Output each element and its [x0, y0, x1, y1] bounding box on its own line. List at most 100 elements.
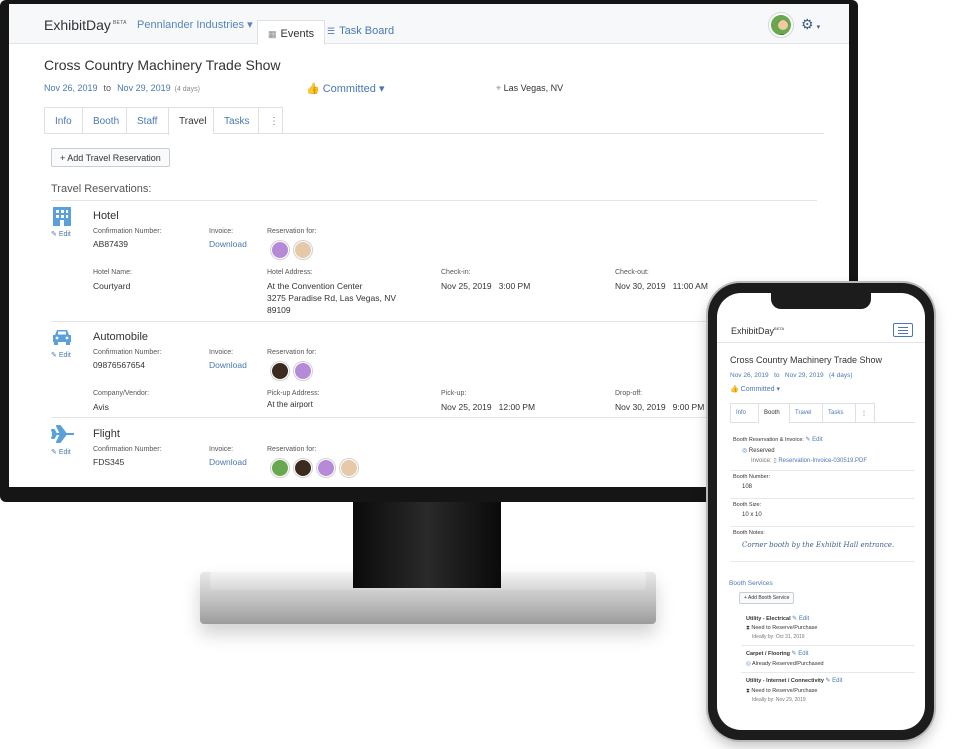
person-avatar[interactable]	[294, 459, 312, 477]
person-avatar[interactable]	[271, 362, 289, 380]
hotel-icon	[51, 206, 73, 232]
service-name: Utility - Electrical ✎ Edit	[746, 616, 810, 622]
list-icon: ☰	[327, 26, 336, 36]
hotel-name-label: Hotel Name:	[93, 269, 132, 276]
mobile-event-dates[interactable]: Nov 26, 2019 to Nov 29, 2019 (4 days)	[730, 372, 853, 379]
service-edit-link[interactable]: ✎ Edit	[825, 678, 842, 684]
event-tabs: Info Booth Staff Travel Tasks ⋮	[44, 107, 824, 135]
tab-booth[interactable]: Booth	[82, 107, 126, 134]
auto-confirmation-value: 09876567654	[93, 360, 146, 370]
auto-reservation-for-label: Reservation for:	[267, 349, 317, 356]
mobile-tab-info[interactable]: Info	[730, 403, 758, 423]
person-avatar[interactable]	[294, 362, 312, 380]
user-avatar[interactable]	[769, 13, 793, 37]
hotel-invoice-download-link[interactable]: Download	[209, 239, 247, 249]
auto-confirmation-label: Confirmation Number:	[93, 349, 162, 356]
automobile-edit-link[interactable]: ✎ Edit	[51, 351, 71, 359]
mobile-tab-tasks[interactable]: Tasks	[822, 403, 855, 423]
person-avatar[interactable]	[317, 459, 335, 477]
booth-reservation-label: Booth Reservation & Invoice: ✎ Edit	[733, 437, 823, 443]
hotel-confirmation-value: AB87439	[93, 239, 128, 249]
booth-notes-label: Booth Notes:	[733, 530, 765, 536]
service-name: Utility - Internet / Connectivity ✎ Edit	[746, 678, 843, 684]
pickup-address-value: At the airport	[267, 400, 313, 409]
tab-staff[interactable]: Staff	[126, 107, 168, 134]
dropoff-label: Drop-off:	[615, 390, 643, 397]
add-travel-reservation-button[interactable]: + Add Travel Reservation	[51, 148, 170, 167]
hourglass-icon: ⧗	[746, 625, 750, 631]
reserved-status: ◎ Reserved	[742, 448, 775, 454]
divider	[741, 645, 915, 646]
mobile-status-dropdown[interactable]: 👍 Committed ▾	[730, 385, 780, 393]
phone-frame: ExhibitDayBETA Cross Country Machinery T…	[708, 283, 934, 740]
flight-invoice-download-link[interactable]: Download	[209, 457, 247, 467]
nav-taskboard-tab[interactable]: ☰ Task Board	[317, 18, 404, 44]
app-logo[interactable]: ExhibitDay BETA	[44, 17, 127, 33]
mobile-tab-more[interactable]: ⋮	[855, 403, 875, 423]
pickup-address-label: Pick-up Address:	[267, 390, 320, 397]
nav-events-tab[interactable]: ▦ Events	[257, 20, 326, 45]
pickup-label: Pick-up:	[441, 390, 467, 397]
checkin-value: Nov 25, 2019 3:00 PM	[441, 281, 531, 291]
mobile-header: ExhibitDayBETA	[717, 315, 925, 343]
hotel-address-line1: At the Convention Center	[267, 281, 363, 291]
tab-travel[interactable]: Travel	[168, 107, 213, 135]
add-booth-service-button[interactable]: + Add Booth Service	[739, 592, 795, 604]
hotel-invoice-label: Invoice:	[209, 228, 234, 235]
service-deadline: Ideally by: Oct 31, 2019	[752, 634, 805, 640]
mobile-tabs: Info Booth Travel Tasks ⋮	[730, 403, 915, 423]
divider	[730, 470, 915, 471]
hotel-title: Hotel	[93, 210, 119, 222]
flight-invoice-label: Invoice:	[209, 446, 234, 453]
hotel-name-value: Courtyard	[93, 281, 131, 291]
dropoff-value: Nov 30, 2019 9:00 PM	[615, 402, 705, 412]
hourglass-icon: ⧗	[746, 688, 750, 694]
flight-edit-link[interactable]: ✎ Edit	[51, 448, 71, 456]
status-dropdown[interactable]: 👍 Committed ▾	[306, 82, 384, 95]
tab-info[interactable]: Info	[44, 107, 82, 134]
airplane-icon	[51, 424, 75, 450]
event-dates[interactable]: Nov 26, 2019 to Nov 29, 2019 (4 days)	[44, 83, 200, 93]
booth-size-label: Booth Size:	[733, 502, 762, 508]
calendar-icon: ▦	[268, 29, 277, 39]
mobile-tab-booth[interactable]: Booth	[758, 403, 789, 423]
automobile-title: Automobile	[93, 331, 149, 343]
checkout-label: Check-out:	[615, 269, 649, 276]
service-edit-link[interactable]: ✎ Edit	[792, 651, 809, 657]
tab-tasks[interactable]: Tasks	[213, 107, 258, 134]
hotel-edit-link[interactable]: ✎ Edit	[51, 230, 71, 238]
product-showcase: ExhibitDay BETA Pennlander Industries ▾ ▦…	[0, 0, 960, 749]
hotel-address-line2: 3275 Paradise Rd, Las Vegas, NV	[267, 293, 396, 303]
invoice-file-link[interactable]: Reservation-Invoice-030519.PDF	[778, 458, 867, 464]
invoice-row: Invoice: ▯ Reservation-Invoice-030519.PD…	[751, 458, 868, 464]
car-icon	[51, 328, 73, 352]
settings-gear-icon[interactable]: ⚙ ▾	[801, 16, 820, 33]
tab-more[interactable]: ⋮	[258, 107, 283, 134]
hamburger-menu-icon[interactable]	[893, 323, 913, 337]
check-circle-icon: ◎	[746, 661, 751, 667]
booth-services-heading: Booth Services	[729, 580, 773, 587]
checkin-label: Check-in:	[441, 269, 471, 276]
thumbs-up-icon: 👍	[730, 386, 739, 393]
map-pin-icon: ⌖	[496, 83, 502, 93]
person-avatar[interactable]	[294, 241, 312, 259]
mobile-tab-travel[interactable]: Travel	[789, 403, 822, 423]
person-avatar[interactable]	[271, 459, 289, 477]
person-avatar[interactable]	[271, 241, 289, 259]
person-avatar[interactable]	[340, 459, 358, 477]
hotel-address-label: Hotel Address:	[267, 269, 313, 276]
hotel-reservation-for-label: Reservation for:	[267, 228, 317, 235]
divider	[741, 672, 915, 673]
file-icon: ▯	[773, 458, 777, 464]
booth-number-label: Booth Number:	[733, 474, 770, 480]
service-edit-link[interactable]: ✎ Edit	[792, 616, 809, 622]
booth-size-value: 10 x 10	[742, 512, 762, 518]
auto-invoice-download-link[interactable]: Download	[209, 360, 247, 370]
mobile-logo[interactable]: ExhibitDayBETA	[731, 326, 784, 336]
booth-reservation-edit-link[interactable]: ✎ Edit	[805, 437, 822, 443]
check-circle-icon: ◎	[742, 448, 748, 454]
travel-reservations-heading: Travel Reservations:	[51, 183, 152, 195]
flight-reservation-for-label: Reservation for:	[267, 446, 317, 453]
org-selector[interactable]: Pennlander Industries ▾	[137, 18, 253, 31]
event-location: ⌖ Las Vegas, NV	[496, 83, 564, 93]
